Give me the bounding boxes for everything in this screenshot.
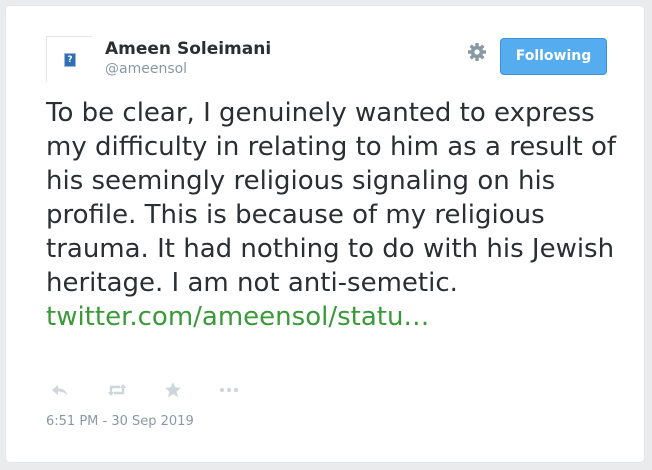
more-icon[interactable] xyxy=(218,379,240,401)
tweet-card: ? Ameen Soleimani @ameensol Following To… xyxy=(5,5,645,463)
author-handle[interactable]: @ameensol xyxy=(105,61,187,77)
following-button[interactable]: Following xyxy=(500,38,607,75)
tweet-text-block: To be clear, I genuinely wanted to expre… xyxy=(46,96,621,334)
broken-image-icon: ? xyxy=(64,53,76,67)
gear-icon[interactable] xyxy=(466,41,488,63)
tweet-link[interactable]: twitter.com/ameensol/statu… xyxy=(46,302,429,332)
avatar[interactable]: ? xyxy=(46,36,92,82)
retweet-icon[interactable] xyxy=(106,379,128,401)
reply-icon[interactable] xyxy=(49,379,71,401)
author-name[interactable]: Ameen Soleimani xyxy=(105,39,271,59)
tweet-body: To be clear, I genuinely wanted to expre… xyxy=(46,98,617,298)
tweet-timestamp[interactable]: 6:51 PM - 30 Sep 2019 xyxy=(46,414,194,429)
favorite-icon[interactable] xyxy=(162,379,184,401)
